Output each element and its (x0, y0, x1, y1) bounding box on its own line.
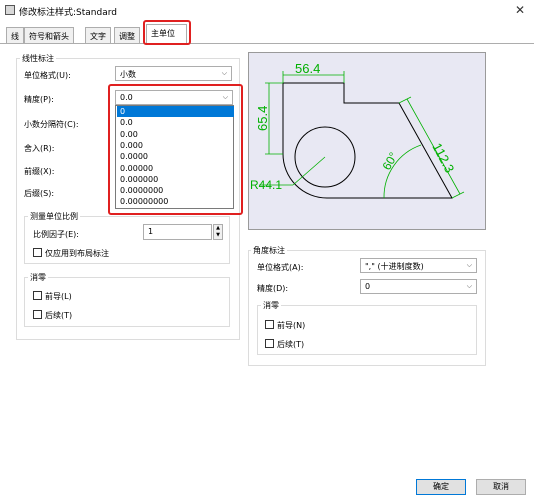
tab-highlight (143, 20, 191, 45)
precision-highlight (108, 84, 243, 215)
dim-left-text: 65.4 (255, 106, 270, 131)
decimal-separator-label: 小数分隔符(C): (24, 120, 79, 129)
angular-trailing-checkbox[interactable] (265, 339, 274, 348)
cancel-button[interactable]: 取消 (476, 479, 526, 495)
chevron-down-icon: ⌵ (221, 69, 227, 77)
tab-strip (0, 22, 534, 44)
unit-format-select[interactable]: 小数 ⌵ (115, 66, 232, 81)
zero-suppression-title: 消零 (28, 272, 48, 283)
prefix-label: 前缀(X): (24, 167, 55, 176)
tab-symbols-arrows[interactable]: 符号和箭头 (24, 27, 74, 43)
scale-factor-input[interactable]: 1 (143, 224, 212, 240)
angular-leading-label: 前导(N) (277, 321, 306, 330)
tab-lines[interactable]: 线 (6, 27, 24, 43)
trailing-zero-checkbox[interactable] (33, 310, 42, 319)
scale-group-title: 测量单位比例 (28, 211, 80, 222)
close-icon[interactable]: ✕ (515, 3, 525, 17)
layout-only-checkbox[interactable] (33, 248, 42, 257)
preview-panel: 56.4 65.4 112.3 R44.1 60° (248, 52, 486, 230)
tab-text[interactable]: 文字 (85, 27, 111, 43)
tab-fit[interactable]: 调整 (114, 27, 140, 43)
angular-precision-select[interactable]: 0 ⌵ (360, 279, 477, 294)
dim-angle-text: 60° (379, 150, 400, 173)
precision-label: 精度(P): (24, 95, 54, 104)
angular-leading-checkbox[interactable] (265, 320, 274, 329)
linear-group-title: 线性标注 (20, 53, 56, 64)
chevron-down-icon: ⌵ (466, 261, 472, 269)
scale-factor-label: 比例因子(E): (33, 230, 79, 239)
chevron-down-icon: ⌵ (466, 282, 472, 290)
part-outline (282, 82, 453, 199)
app-icon (5, 5, 15, 15)
round-off-label: 舍入(R): (24, 144, 55, 153)
window-title: 修改标注样式:Standard (19, 8, 117, 18)
angular-precision-value: 0 (365, 282, 371, 291)
scale-spinner[interactable]: ▲ ▼ (213, 224, 223, 240)
dim-radius-text: R44.1 (250, 178, 282, 192)
ok-button[interactable]: 确定 (416, 479, 466, 495)
unit-format-value: 小数 (120, 70, 136, 79)
angular-group-title: 角度标注 (251, 245, 287, 256)
trailing-zero-label: 后续(T) (45, 311, 73, 320)
suffix-label: 后缀(S): (24, 189, 55, 198)
angular-trailing-label: 后续(T) (277, 340, 305, 349)
angular-unit-format-label: 单位格式(A): (257, 263, 304, 272)
dim-slant-text: 112.3 (429, 140, 457, 175)
angular-unit-format-select[interactable]: "," (十进制度数) ⌵ (360, 258, 477, 273)
angular-precision-label: 精度(D): (257, 284, 289, 293)
layout-only-label: 仅应用到布局标注 (45, 249, 109, 258)
angular-zero-title: 消零 (261, 300, 281, 311)
leading-zero-label: 前导(L) (45, 292, 72, 301)
leading-zero-checkbox[interactable] (33, 291, 42, 300)
unit-format-label: 单位格式(U): (24, 71, 71, 80)
preview-drawing: 56.4 65.4 112.3 R44.1 60° (250, 61, 465, 199)
angular-unit-format-value: "," (十进制度数) (365, 262, 424, 271)
dim-top-text: 56.4 (295, 61, 320, 76)
scale-factor-value: 1 (148, 227, 154, 236)
